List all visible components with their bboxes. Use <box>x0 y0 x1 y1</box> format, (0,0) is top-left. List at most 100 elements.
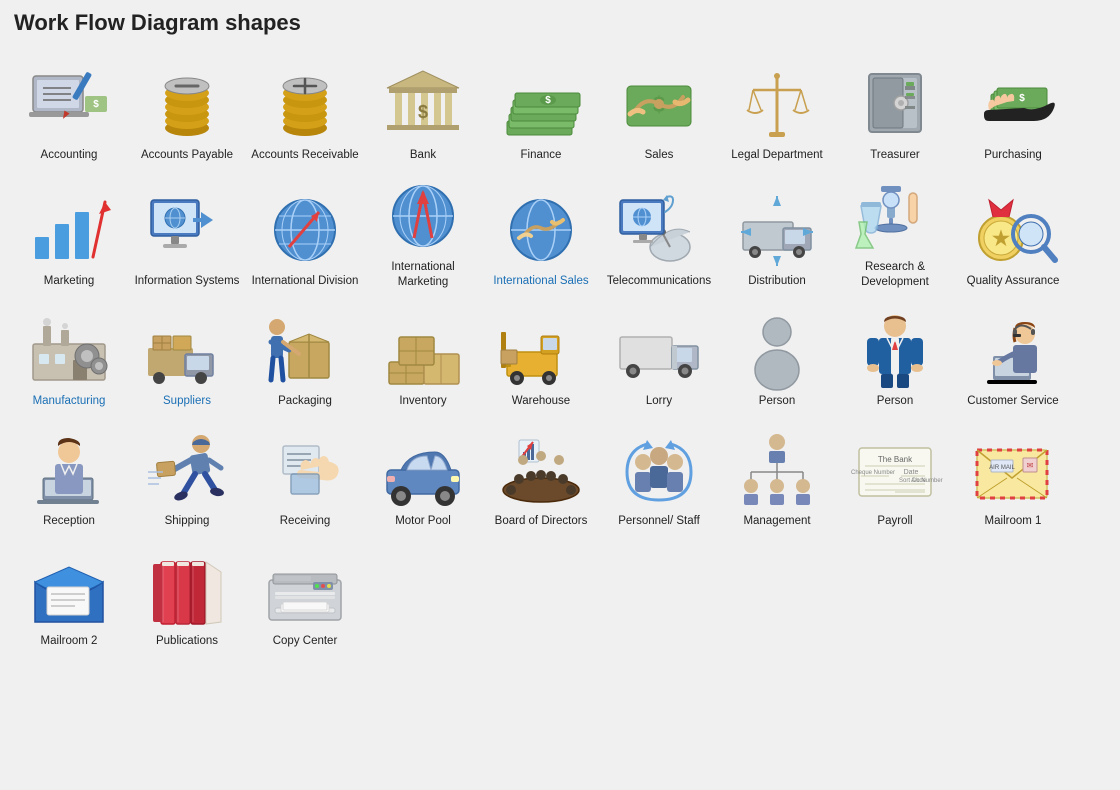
shipping-label: Shipping <box>165 514 210 530</box>
item-suppliers[interactable]: Suppliers <box>128 296 246 416</box>
motor-pool-label: Motor Pool <box>395 514 451 530</box>
treasurer-label: Treasurer <box>870 148 919 164</box>
reception-label: Reception <box>43 514 95 530</box>
item-shipping[interactable]: Shipping <box>128 416 246 536</box>
item-lorry[interactable]: Lorry <box>600 296 718 416</box>
item-customer-service[interactable]: Customer Service <box>954 296 1072 416</box>
payroll-icon: The Bank Date Cheque Number Sort Code A/… <box>850 430 940 510</box>
inventory-label: Inventory <box>399 394 446 410</box>
item-treasurer[interactable]: Treasurer <box>836 50 954 170</box>
item-information-systems[interactable]: Information Systems <box>128 170 246 296</box>
international-marketing-icon <box>378 176 468 256</box>
item-person2[interactable]: Person <box>836 296 954 416</box>
item-international-sales[interactable]: International Sales <box>482 170 600 296</box>
svg-text:$: $ <box>1019 93 1025 104</box>
management-icon <box>732 430 822 510</box>
item-motor-pool[interactable]: Motor Pool <box>364 416 482 536</box>
item-board-of-directors[interactable]: Board of Directors <box>482 416 600 536</box>
item-personnel-staff[interactable]: Personnel/ Staff <box>600 416 718 536</box>
receiving-icon <box>260 430 350 510</box>
marketing-icon <box>24 190 114 270</box>
svg-text:The Bank: The Bank <box>878 455 913 464</box>
item-quality-assurance[interactable]: ★ Quality Assurance <box>954 170 1072 296</box>
item-bank[interactable]: $ Bank <box>364 50 482 170</box>
board-of-directors-label: Board of Directors <box>495 514 588 530</box>
item-manufacturing[interactable]: Manufacturing <box>10 296 128 416</box>
warehouse-label: Warehouse <box>512 394 570 410</box>
international-marketing-label: International Marketing <box>368 260 478 290</box>
accounting-label: Accounting <box>41 148 98 164</box>
item-sales[interactable]: $ Sales <box>600 50 718 170</box>
finance-label: Finance <box>521 148 562 164</box>
purchasing-icon: $ <box>968 64 1058 144</box>
item-accounting[interactable]: $ Accounting <box>10 50 128 170</box>
copy-center-icon <box>260 550 350 630</box>
distribution-label: Distribution <box>748 274 806 290</box>
item-legal-department[interactable]: Legal Department <box>718 50 836 170</box>
accounts-payable-label: Accounts Payable <box>141 148 233 164</box>
customer-service-icon <box>968 310 1058 390</box>
item-warehouse[interactable]: Warehouse <box>482 296 600 416</box>
item-marketing[interactable]: Marketing <box>10 170 128 296</box>
item-distribution[interactable]: Distribution <box>718 170 836 296</box>
suppliers-icon <box>142 310 232 390</box>
item-mailroom1[interactable]: AIR MAIL ✉ Mailroom 1 <box>954 416 1072 536</box>
telecommunications-label: Telecommunications <box>607 274 711 290</box>
publications-label: Publications <box>156 634 218 650</box>
svg-text:★: ★ <box>992 228 1010 250</box>
mailroom1-label: Mailroom 1 <box>985 514 1042 530</box>
svg-text:$: $ <box>93 99 99 110</box>
item-purchasing[interactable]: $ Purchasing <box>954 50 1072 170</box>
person1-icon <box>732 310 822 390</box>
publications-icon <box>142 550 232 630</box>
item-copy-center[interactable]: Copy Center <box>246 536 364 656</box>
information-systems-icon <box>142 190 232 270</box>
item-international-division[interactable]: International Division <box>246 170 364 296</box>
item-publications[interactable]: Publications <box>128 536 246 656</box>
item-mailroom2[interactable]: Mailroom 2 <box>10 536 128 656</box>
accounts-payable-icon <box>142 64 232 144</box>
lorry-label: Lorry <box>646 394 672 410</box>
bank-icon: $ <box>378 64 468 144</box>
item-inventory[interactable]: Inventory <box>364 296 482 416</box>
manufacturing-icon <box>24 310 114 390</box>
telecommunications-icon <box>614 190 704 270</box>
packaging-label: Packaging <box>278 394 332 410</box>
mailroom2-label: Mailroom 2 <box>41 634 98 650</box>
item-person1[interactable]: Person <box>718 296 836 416</box>
inventory-icon <box>378 310 468 390</box>
receiving-label: Receiving <box>280 514 331 530</box>
svg-text:Cheque Number: Cheque Number <box>851 470 895 476</box>
reception-icon <box>24 430 114 510</box>
item-receiving[interactable]: Receiving <box>246 416 364 536</box>
shape-grid: $ Accounting Accounts Payable <box>10 50 1110 656</box>
person1-label: Person <box>759 394 795 410</box>
international-division-label: International Division <box>252 274 359 290</box>
item-research-development[interactable]: Research & Development <box>836 170 954 296</box>
item-payroll[interactable]: The Bank Date Cheque Number Sort Code A/… <box>836 416 954 536</box>
treasurer-icon <box>850 64 940 144</box>
svg-text:$: $ <box>418 102 428 122</box>
item-accounts-receivable[interactable]: Accounts Receivable <box>246 50 364 170</box>
purchasing-label: Purchasing <box>984 148 1042 164</box>
item-finance[interactable]: $ Finance <box>482 50 600 170</box>
personnel-staff-icon <box>614 430 704 510</box>
item-reception[interactable]: Reception <box>10 416 128 536</box>
copy-center-label: Copy Center <box>273 634 338 650</box>
item-telecommunications[interactable]: Telecommunications <box>600 170 718 296</box>
research-development-icon <box>850 176 940 256</box>
item-international-marketing[interactable]: International Marketing <box>364 170 482 296</box>
page-title: Work Flow Diagram shapes <box>14 10 1110 36</box>
item-packaging[interactable]: Packaging <box>246 296 364 416</box>
legal-department-label: Legal Department <box>731 148 822 164</box>
personnel-staff-label: Personnel/ Staff <box>618 514 700 530</box>
item-accounts-payable[interactable]: Accounts Payable <box>128 50 246 170</box>
svg-text:$: $ <box>545 95 551 106</box>
finance-icon: $ <box>496 64 586 144</box>
item-management[interactable]: Management <box>718 416 836 536</box>
mailroom1-icon: AIR MAIL ✉ <box>968 430 1058 510</box>
warehouse-icon <box>496 310 586 390</box>
accounting-icon: $ <box>24 64 114 144</box>
sales-label: Sales <box>645 148 674 164</box>
packaging-icon <box>260 310 350 390</box>
